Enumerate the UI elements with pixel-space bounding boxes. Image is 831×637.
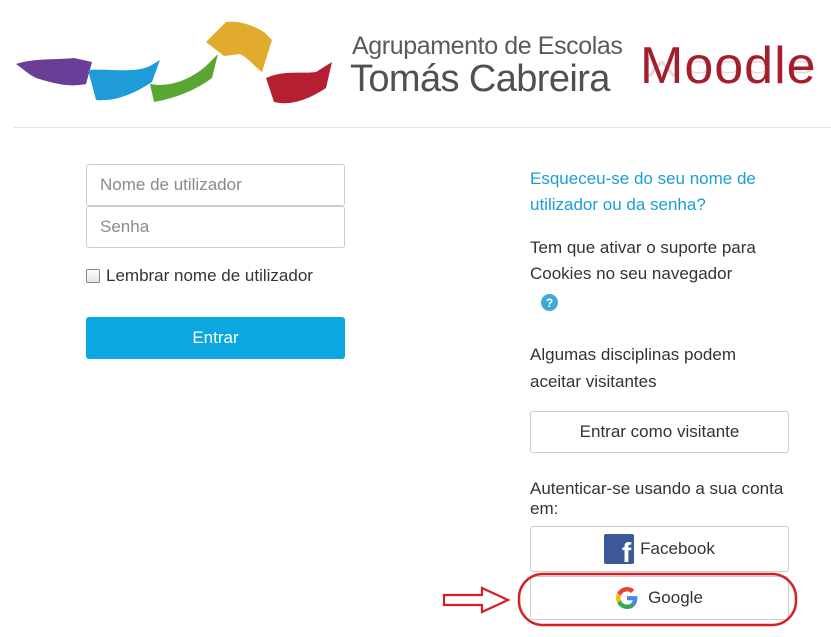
remember-username-row[interactable]: Lembrar nome de utilizador: [86, 266, 313, 286]
forgot-password-link[interactable]: Esqueceu-se do seu nome de utilizador ou…: [530, 166, 790, 218]
school-name-line2: Tomás Cabreira: [350, 58, 610, 100]
cookies-notice: Tem que ativar o suporte para Cookies no…: [530, 238, 756, 283]
guest-access-notice: Algumas disciplinas podem aceitar visita…: [530, 345, 736, 391]
remember-username-checkbox[interactable]: [86, 269, 100, 283]
facebook-icon: f: [604, 534, 635, 564]
password-input[interactable]: [86, 206, 345, 248]
school-name-line1: Agrupamento de Escolas: [352, 32, 623, 60]
question-circle-icon[interactable]: ?: [541, 294, 558, 311]
moodle-brand-reflection: Moodle: [640, 55, 817, 82]
site-header: Agrupamento de Escolas Tomás Cabreira Mo…: [0, 0, 831, 128]
facebook-button-label: Facebook: [640, 539, 715, 558]
facebook-login-button[interactable]: f Facebook: [530, 526, 789, 572]
external-auth-heading: Autenticar-se usando a sua conta em:: [530, 479, 784, 518]
remember-username-label: Lembrar nome de utilizador: [106, 266, 313, 285]
username-input[interactable]: [86, 164, 345, 206]
arrow-right-icon: [442, 586, 511, 614]
guest-login-button[interactable]: Entrar como visitante: [530, 411, 789, 453]
highlight-ellipse-annotation: [517, 572, 798, 627]
login-button[interactable]: Entrar: [86, 317, 345, 359]
header-divider: [14, 127, 831, 128]
school-logo-ribbons-icon: [16, 21, 332, 104]
